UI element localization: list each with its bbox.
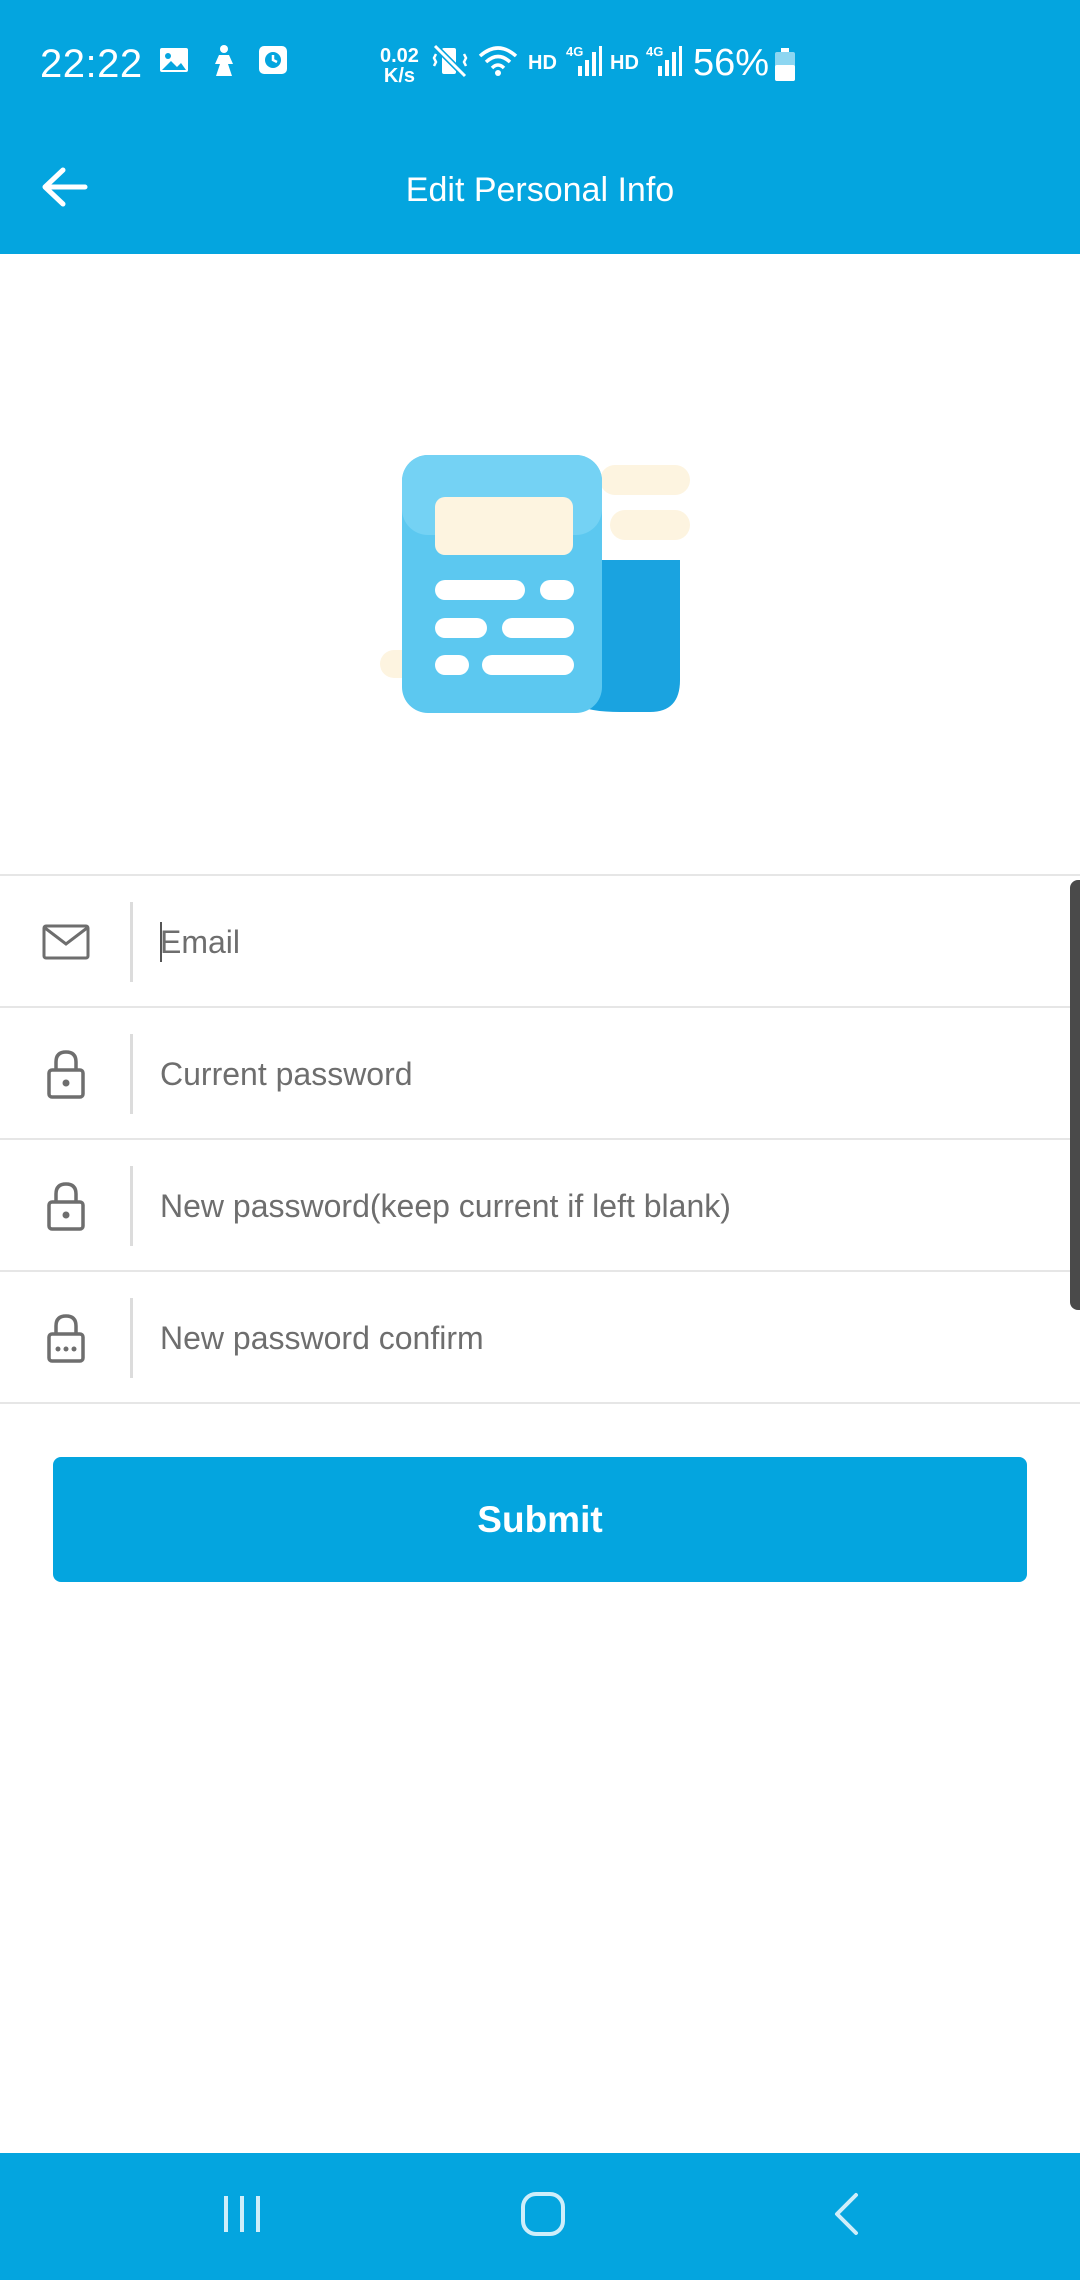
lock-icon: [38, 1176, 94, 1236]
battery-percentage: 56%: [693, 42, 770, 84]
page-title: Edit Personal Info: [405, 171, 675, 209]
email-field[interactable]: [160, 896, 1040, 988]
status-bar: 22:22 0.02 K/s HD 4G HD 4G 56%: [0, 0, 1080, 130]
personal-info-form: [0, 874, 1080, 1404]
back-nav-icon: [832, 2192, 862, 2241]
lock-dots-icon: [38, 1308, 94, 1368]
hd-label-2: HD: [610, 52, 639, 74]
header: 22:22 0.02 K/s HD 4G HD 4G 56% Edit Pers…: [0, 0, 1080, 254]
current-password-field[interactable]: [160, 1028, 1040, 1120]
status-time: 22:22: [40, 42, 143, 86]
recent-apps-icon: [220, 2194, 264, 2239]
back-nav-button[interactable]: [747, 2153, 947, 2280]
new-password-field[interactable]: [160, 1160, 1040, 1252]
wifi-icon: [478, 44, 518, 83]
hd-label-1: HD: [528, 52, 557, 74]
new-password-row: [0, 1140, 1080, 1272]
lock-icon: [38, 1044, 94, 1104]
signal-icon: 4G: [646, 44, 682, 83]
app-bar: Edit Personal Info: [0, 130, 1080, 254]
text-cursor: [160, 922, 162, 962]
mail-icon: [38, 912, 94, 972]
svg-text:4G: 4G: [646, 44, 663, 59]
net-speed: 0.02 K/s: [380, 46, 419, 86]
net-speed-value: 0.02: [380, 45, 419, 67]
net-speed-unit: K/s: [383, 65, 416, 87]
mute-vibrate-icon: [432, 43, 468, 83]
signal-icon: 4G: [566, 44, 602, 83]
home-button[interactable]: [443, 2153, 643, 2280]
svg-text:4G: 4G: [566, 44, 583, 59]
field-divider: [130, 1298, 133, 1378]
image-icon: [158, 44, 190, 81]
recent-apps-button[interactable]: [142, 2153, 342, 2280]
clock-app-icon: [258, 44, 288, 81]
field-divider: [130, 1166, 133, 1246]
new-password-confirm-row: [0, 1272, 1080, 1404]
system-nav-bar: [0, 2153, 1080, 2280]
battery-icon: [774, 48, 796, 87]
field-divider: [130, 1034, 133, 1114]
submit-button[interactable]: Submit: [53, 1457, 1027, 1582]
document-illustration: [380, 450, 700, 740]
scroll-indicator[interactable]: [1070, 880, 1080, 1310]
email-row: [0, 876, 1080, 1008]
home-icon: [520, 2191, 566, 2242]
new-password-confirm-field[interactable]: [160, 1292, 1040, 1384]
current-password-row: [0, 1008, 1080, 1140]
accessibility-icon: [208, 44, 240, 83]
field-divider: [130, 902, 133, 982]
